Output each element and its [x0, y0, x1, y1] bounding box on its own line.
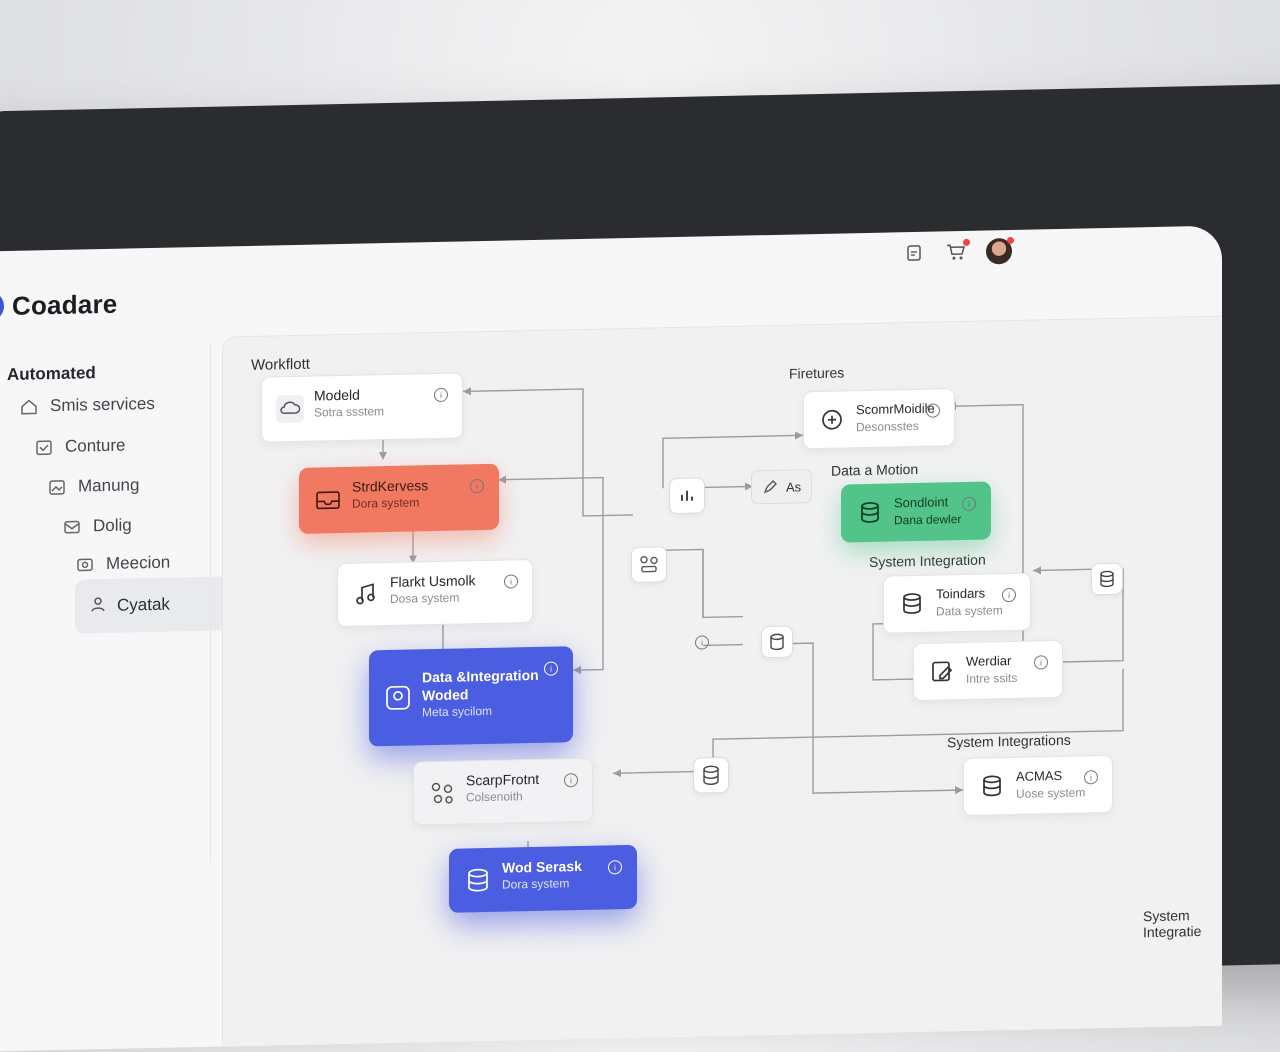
- sidebar-item-conture[interactable]: Conture: [33, 435, 125, 459]
- card-subtitle: Data system: [936, 603, 1003, 619]
- bar-chart-icon: [681, 490, 693, 501]
- music-note-icon: [356, 583, 375, 605]
- card-wod-serask[interactable]: Wod Serask Dora system i: [449, 844, 637, 913]
- system-integrations-label: System Integrations: [947, 731, 1071, 751]
- avatar[interactable]: [986, 236, 1014, 265]
- edit-icon: [763, 479, 777, 494]
- card-wondar[interactable]: Werdiar Intre ssits i: [913, 639, 1063, 702]
- database-icon: [861, 502, 879, 523]
- home-icon: [18, 395, 40, 417]
- inbox-icon: [316, 491, 340, 510]
- card-subtitle: Colsenoith: [466, 789, 523, 805]
- sidebar-item-label: Conture: [65, 435, 126, 456]
- connections-icon: [431, 782, 453, 804]
- workflow-title: Workflott: [251, 355, 310, 374]
- sidebar-item-meecion[interactable]: Meecion: [74, 552, 170, 576]
- system-integration-label: System Integration: [869, 551, 986, 570]
- sidebar-item-manung[interactable]: Manung: [46, 474, 139, 498]
- media-icon: [74, 553, 96, 575]
- database-icon: [468, 868, 488, 892]
- database-icon: [703, 765, 719, 785]
- mail-icon: [61, 515, 83, 537]
- card-subtitle: Meta sycilom: [422, 703, 493, 720]
- database-node-3[interactable]: [1091, 562, 1123, 596]
- top-actions: [902, 236, 1014, 266]
- logo-icon: [0, 291, 4, 322]
- sidebar-item-label: Dolig: [93, 515, 132, 536]
- card-subtitle: Dora system: [502, 876, 570, 892]
- features-label: Firetures: [789, 364, 845, 382]
- card-scrapfront[interactable]: ScarpFrotnt Colsenoith i: [413, 757, 593, 826]
- sidebar-item-label: Cyatak: [117, 594, 170, 615]
- card-sandoint[interactable]: Sondloint Dana dewler i: [841, 481, 991, 543]
- sidebar-item-label: Manung: [78, 475, 140, 496]
- inbox-icon: [33, 436, 55, 458]
- screen: Coadare Automated Smis services Conture …: [0, 225, 1222, 1052]
- profile-card-icon: [386, 685, 410, 710]
- sidebar-heading: Automated: [7, 363, 96, 385]
- edit-document-icon: [932, 661, 953, 682]
- card-subtitle: Dosa system: [390, 590, 460, 606]
- brand-icon: [822, 409, 842, 430]
- card-title: ScarpFrotnt: [466, 770, 540, 789]
- document-icon[interactable]: [902, 241, 926, 266]
- card-toinders[interactable]: Toindars Data system i: [883, 572, 1031, 634]
- connections-node[interactable]: [631, 546, 667, 583]
- app-name: Coadare: [12, 288, 118, 321]
- database-node[interactable]: [761, 625, 793, 659]
- avatar-status-dot: [1007, 236, 1014, 245]
- card-data-integration[interactable]: Data &Integration Woded Meta sycilom i: [369, 646, 573, 747]
- card-scomm[interactable]: ScomrMoidile Desonsstes i: [803, 388, 955, 450]
- notification-dot: [963, 238, 970, 246]
- sidebar-divider: [210, 341, 211, 862]
- sidebar-item-label: Smis services: [50, 393, 155, 416]
- chip-label: As: [786, 478, 802, 495]
- app-logo[interactable]: Coadare: [0, 287, 117, 324]
- cart-icon[interactable]: [944, 238, 970, 265]
- image-icon: [46, 476, 68, 498]
- nodes-icon: [640, 555, 658, 573]
- data-motion-label: Data a Motion: [831, 460, 919, 479]
- database-icon: [983, 775, 1001, 797]
- sidebar-item-dolig[interactable]: Dolig: [61, 514, 132, 537]
- card-subtitle: Desonsstes: [856, 418, 919, 435]
- card-flank[interactable]: Flarkt Usmolk Dosa system i: [337, 558, 533, 628]
- card-stratkervess[interactable]: StrdKervess Dora system i: [299, 463, 499, 534]
- cloud-icon: [276, 394, 304, 424]
- database-node-2[interactable]: [693, 756, 729, 794]
- chip-as[interactable]: As: [751, 469, 813, 505]
- database-icon: [1100, 570, 1114, 588]
- card-subtitle: Uose system: [1016, 785, 1086, 801]
- card-acmas[interactable]: ACMAS Uose system i: [963, 754, 1113, 816]
- card-subtitle: Intre ssits: [966, 670, 1018, 686]
- user-icon: [89, 594, 107, 617]
- card-modeld[interactable]: Modeld Sotra ssstem i: [261, 372, 463, 443]
- database-icon: [903, 593, 921, 614]
- chart-node[interactable]: [669, 477, 705, 515]
- sidebar-item-smis-services[interactable]: Smis services: [18, 393, 155, 418]
- workflow-panel: Workflott Firetures Data a Motion System…: [222, 315, 1222, 1052]
- tablet-device: Coadare Automated Smis services Conture …: [0, 82, 1280, 1052]
- card-subtitle: Sotra ssstem: [314, 404, 385, 420]
- sidebar-item-label: Meecion: [106, 552, 171, 573]
- footer-label: System Integratie: [1143, 907, 1202, 941]
- card-subtitle: Dora system: [352, 495, 420, 511]
- card-subtitle: Dana dewler: [894, 512, 962, 528]
- cylinder-icon: [770, 633, 784, 651]
